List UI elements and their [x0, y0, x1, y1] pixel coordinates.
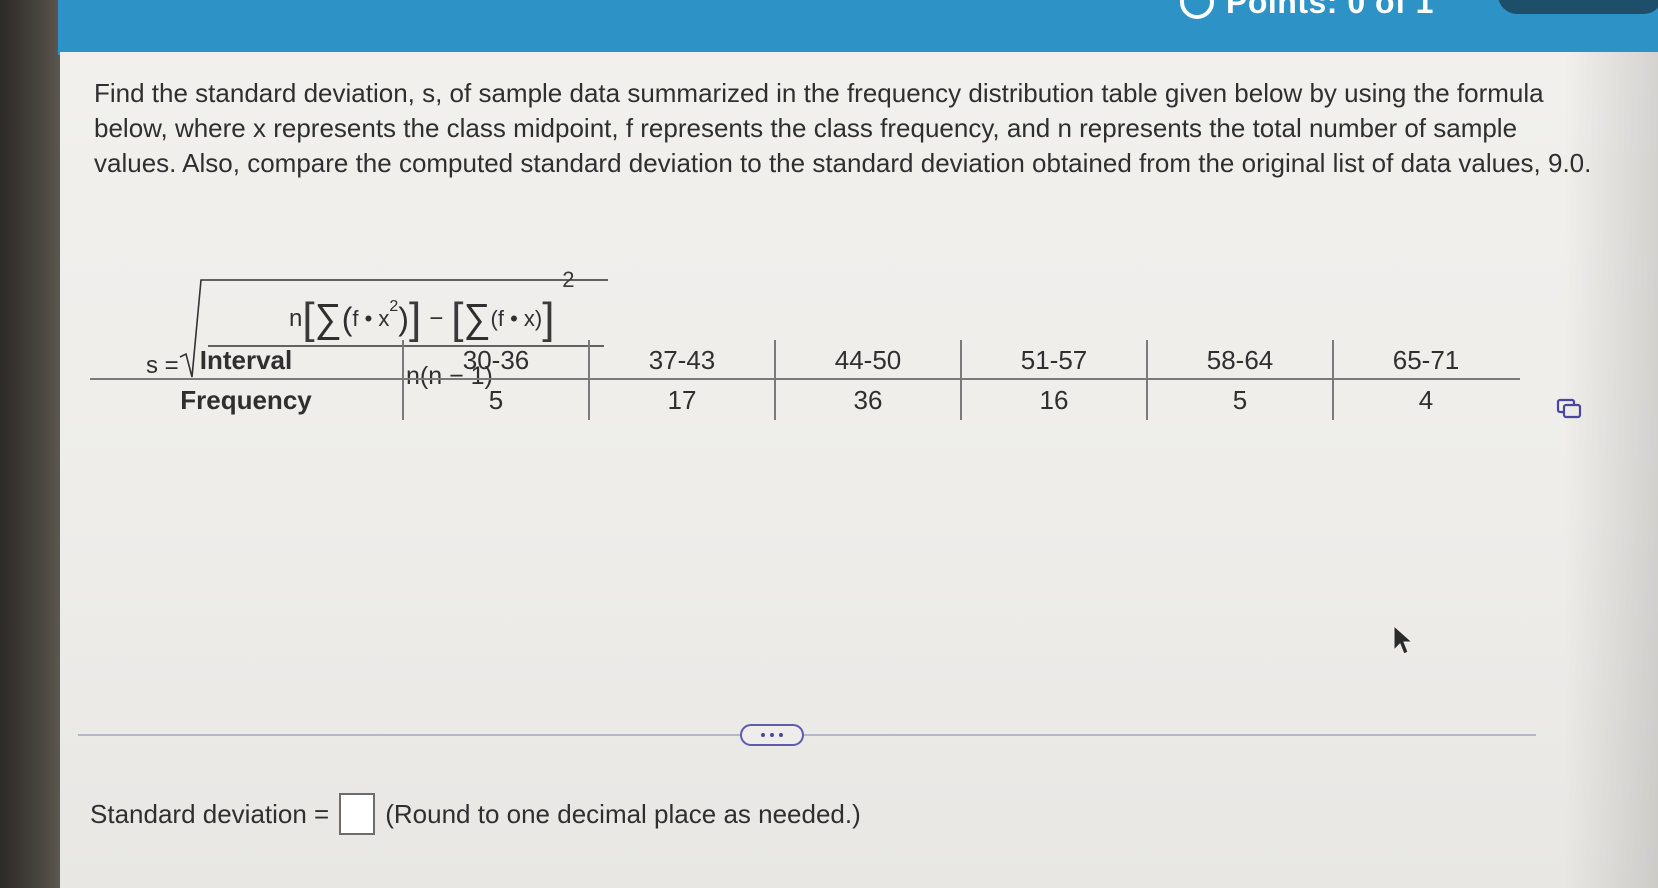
screen-shadow — [1564, 52, 1658, 888]
frequency-cell: 16 — [960, 380, 1146, 420]
formula-n: n — [289, 305, 303, 332]
sigma-icon-2: ∑ — [463, 296, 491, 341]
points-label: Points: 0 of 1 — [1226, 0, 1434, 20]
formula-bracket-close-2: ] 2 — [542, 267, 575, 343]
sigma-icon: ∑ — [314, 296, 342, 341]
question-page: Find the standard deviation, s, of sampl… — [60, 52, 1658, 888]
formula-numerator: n [ ∑ ( f • x 2 ) ] − [ ∑ (f • x) ] 2 — [289, 267, 575, 343]
rounding-hint: (Round to one decimal place as needed.) — [385, 798, 861, 829]
frequency-cell: 17 — [588, 380, 774, 420]
circle-icon — [1180, 0, 1214, 19]
formula-paren-open: ( — [341, 300, 353, 337]
frequency-cell: 5 — [402, 380, 588, 420]
screen-bezel — [0, 0, 60, 888]
mouse-pointer-icon — [1393, 624, 1414, 655]
frequency-header: Frequency — [180, 384, 312, 415]
frequency-row: Frequency 5 17 36 16 5 4 — [90, 380, 1520, 420]
header-action-button[interactable] — [1498, 0, 1658, 14]
interval-cell: 37-43 — [588, 340, 774, 380]
header-bar: Points: 0 of 1 — [58, 0, 1658, 55]
formula-exponent: 2 — [389, 298, 399, 315]
formula-outer-exponent: 2 — [562, 267, 575, 292]
standard-deviation-input[interactable] — [339, 793, 376, 835]
formula-f-dot-x-2: (f • x) — [490, 306, 543, 331]
points-indicator: Points: 0 of 1 — [1180, 0, 1434, 20]
answer-label: Standard deviation = — [90, 798, 330, 829]
interval-cell: 58-64 — [1146, 340, 1332, 380]
more-dots-icon[interactable] — [740, 724, 804, 746]
interval-header: Interval — [199, 344, 293, 375]
formula-paren-close: ) — [398, 300, 409, 337]
interval-cell: 30-36 — [402, 340, 588, 380]
dot — [779, 733, 783, 737]
frequency-cell: 5 — [1146, 380, 1332, 420]
interval-cell: 44-50 — [774, 340, 960, 380]
formula-bracket-close: ] — [408, 294, 422, 343]
frequency-cell: 36 — [774, 380, 960, 420]
formula-minus: − — [429, 305, 444, 332]
dot — [770, 733, 774, 737]
question-text: Find the standard deviation, s, of sampl… — [94, 78, 1592, 178]
answer-row: Standard deviation = (Round to one decim… — [90, 792, 861, 836]
frequency-table: Interval 30-36 37-43 44-50 51-57 58-64 6… — [90, 340, 1520, 420]
section-divider — [78, 734, 1536, 736]
interval-cell: 65-71 — [1332, 340, 1518, 380]
formula-f-dot-x: f • x — [352, 306, 390, 331]
interval-cell: 51-57 — [960, 340, 1146, 380]
formula-bracket-open-2: [ — [451, 294, 464, 343]
formula-bracket-open: [ — [302, 294, 315, 343]
dot — [761, 733, 765, 737]
interval-row: Interval 30-36 37-43 44-50 51-57 58-64 6… — [90, 340, 1520, 380]
frequency-cell: 4 — [1332, 380, 1518, 420]
